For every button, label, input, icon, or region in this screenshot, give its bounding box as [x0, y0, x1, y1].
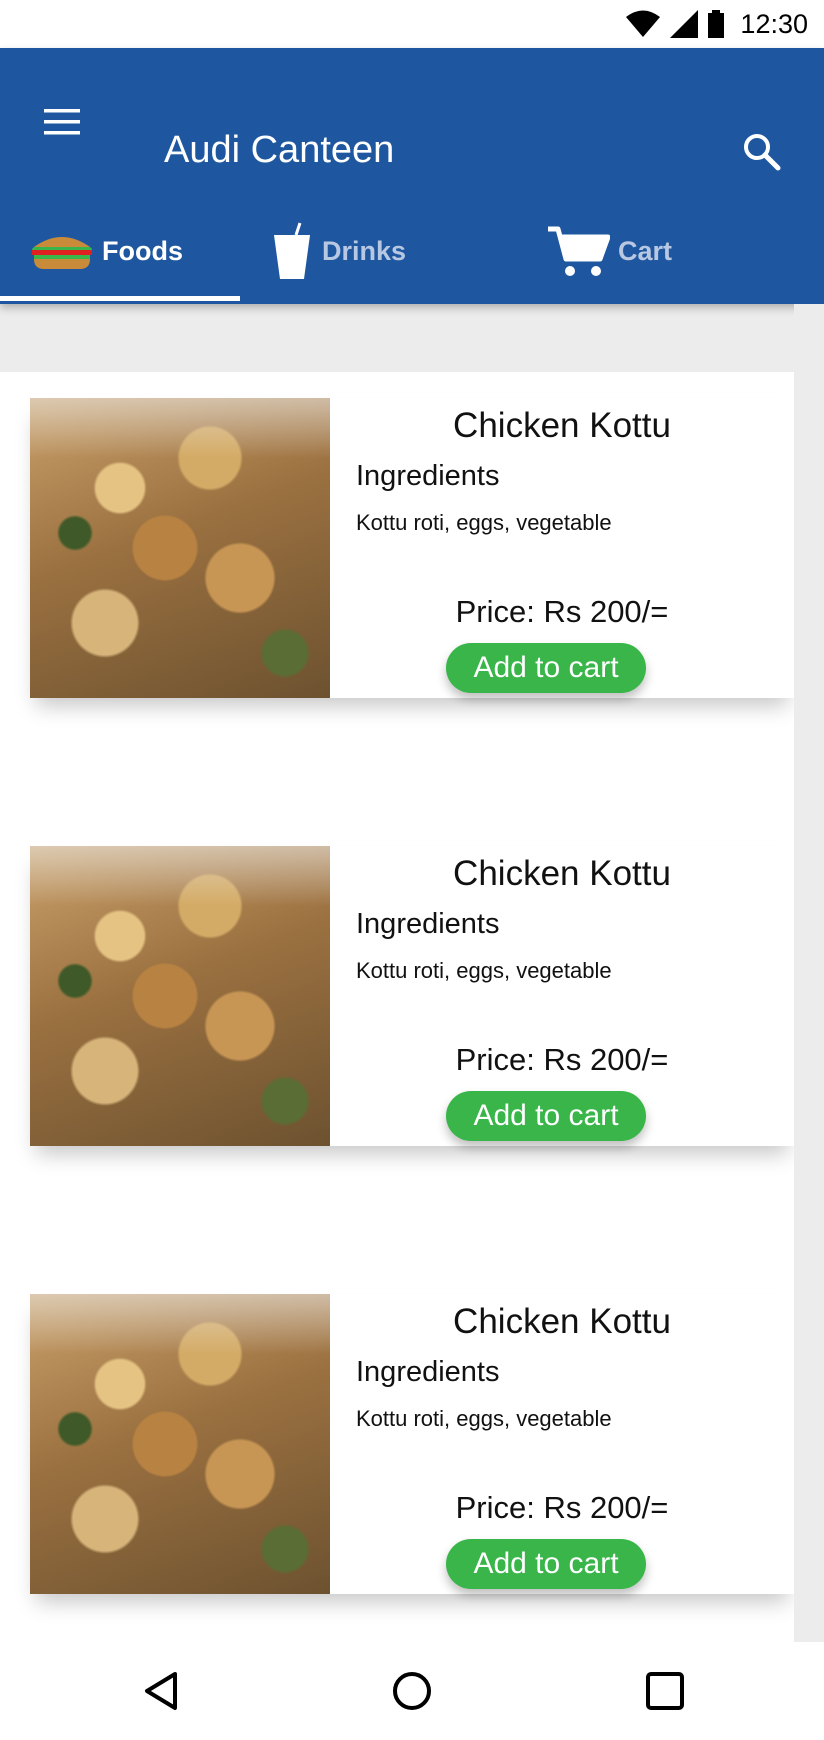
ingredients-text: Kottu roti, eggs, vegetable — [356, 510, 612, 535]
add-to-cart-button[interactable]: Add to cart — [446, 643, 646, 693]
tab-label: Cart — [618, 235, 673, 266]
tab-label: Drinks — [322, 235, 407, 266]
food-card: Chicken Kottu Ingredients Kottu roti, eg… — [30, 398, 794, 698]
tab-bar: Foods Drinks Cart — [0, 198, 824, 304]
home-icon[interactable] — [387, 1666, 437, 1716]
item-price: Price: Rs 200/= — [455, 1042, 669, 1077]
app-bar: Audi Canteen Foods Drinks Cart — [0, 48, 824, 304]
item-name: Chicken Kottu — [453, 854, 671, 893]
battery-icon — [708, 10, 725, 38]
ingredients-title: Ingredients — [356, 1356, 500, 1388]
ingredients-text: Kottu roti, eggs, vegetable — [356, 1406, 612, 1431]
wifi-icon — [626, 10, 661, 37]
app-title: Audi Canteen — [164, 129, 395, 171]
drink-cup-icon — [274, 222, 310, 279]
item-price: Price: Rs 200/= — [455, 594, 669, 629]
scroll-area-edge — [794, 304, 824, 1642]
food-image — [30, 846, 330, 1146]
tab-label: Foods — [102, 235, 183, 266]
system-navigation-bar — [0, 1642, 824, 1740]
add-to-cart-button[interactable]: Add to cart — [446, 1091, 646, 1141]
tab-cart[interactable]: Cart — [480, 198, 720, 304]
status-bar: 12:30 — [0, 0, 824, 48]
cellular-signal-icon — [670, 10, 699, 38]
item-price: Price: Rs 200/= — [455, 1490, 669, 1525]
tab-foods[interactable]: Foods — [0, 198, 240, 304]
ingredients-text: Kottu roti, eggs, vegetable — [356, 958, 612, 983]
ingredients-title: Ingredients — [356, 908, 500, 940]
food-card: Chicken Kottu Ingredients Kottu roti, eg… — [30, 846, 794, 1146]
ingredients-title: Ingredients — [356, 460, 500, 492]
tab-indicator — [0, 296, 240, 301]
cart-icon — [548, 226, 610, 276]
back-icon[interactable] — [137, 1666, 187, 1716]
food-image — [30, 1294, 330, 1594]
food-card: Chicken Kottu Ingredients Kottu roti, eg… — [30, 1294, 794, 1594]
food-list[interactable]: Chicken Kottu Ingredients Kottu roti, eg… — [0, 372, 794, 1642]
food-image — [30, 398, 330, 698]
item-name: Chicken Kottu — [453, 406, 671, 445]
status-time: 12:30 — [740, 8, 808, 39]
search-icon[interactable] — [740, 130, 784, 174]
item-name: Chicken Kottu — [453, 1302, 671, 1341]
burger-icon — [32, 237, 92, 269]
status-icons: 12:30 — [626, 8, 808, 40]
add-to-cart-button[interactable]: Add to cart — [446, 1539, 646, 1589]
tab-drinks[interactable]: Drinks — [240, 198, 480, 304]
menu-icon[interactable] — [40, 100, 84, 144]
recent-apps-icon[interactable] — [640, 1666, 690, 1716]
